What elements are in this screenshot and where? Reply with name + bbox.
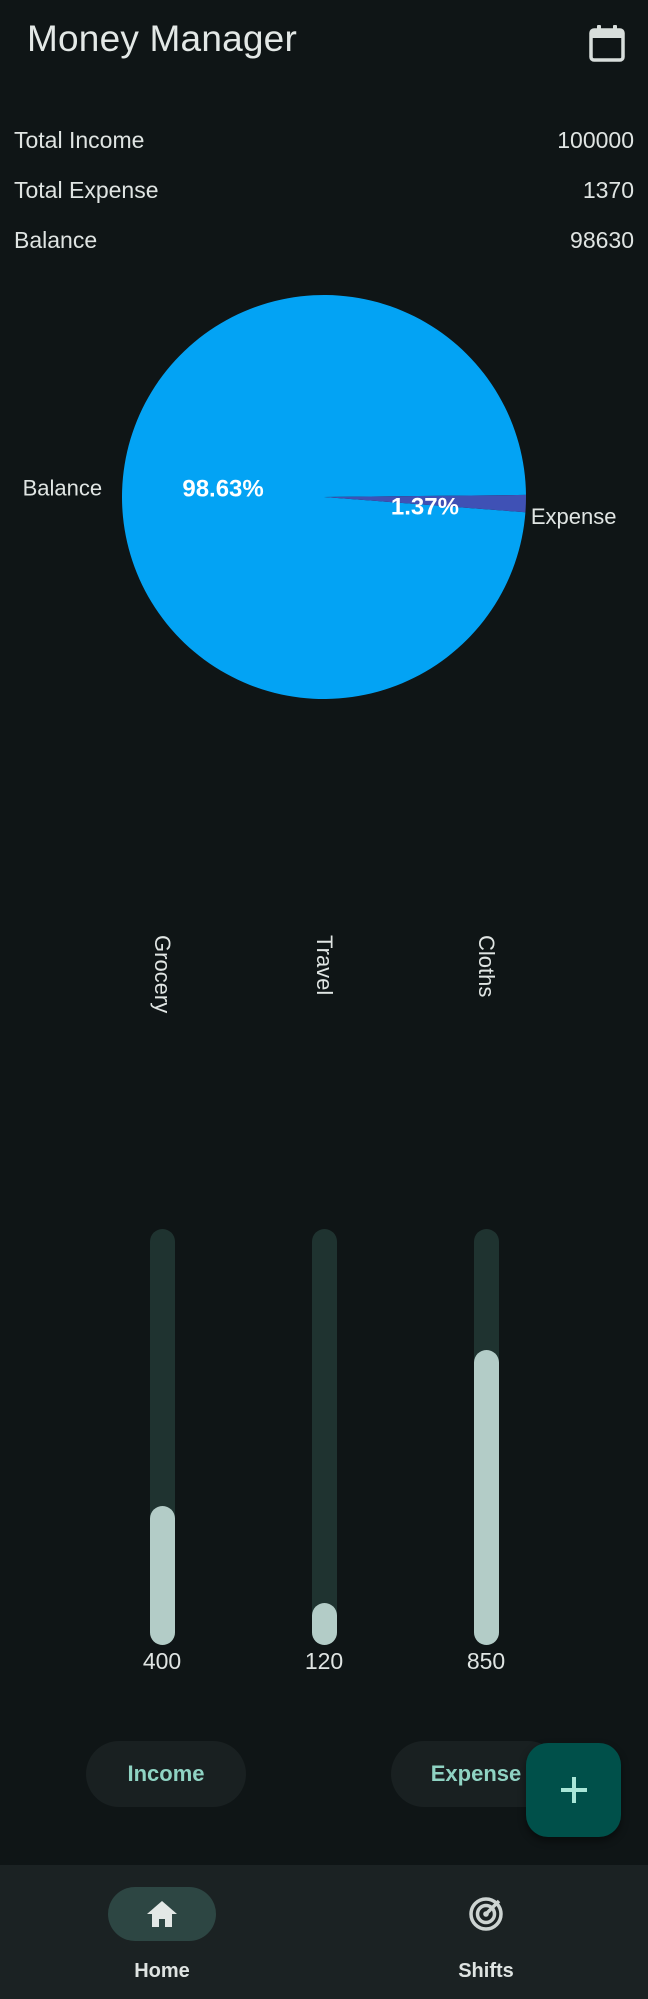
nav-home-label: Home	[134, 1960, 190, 1982]
home-icon	[147, 1901, 177, 1927]
nav-home-indicator	[108, 1887, 216, 1941]
bar-fill-grocery	[150, 1506, 175, 1645]
nav-shifts-label: Shifts	[458, 1960, 514, 1982]
plus-icon	[560, 1777, 587, 1803]
bar-track-cloths[interactable]	[474, 1229, 499, 1645]
pie-category-label-expense: Expense	[531, 504, 617, 529]
add-button[interactable]	[526, 1743, 621, 1837]
pie-category-label-balance: Balance	[23, 476, 103, 501]
pie-chart-svg: 98.63% 1.37% Balance Expense	[23, 295, 617, 699]
pie-chart: 98.63% 1.37% Balance Expense	[0, 280, 648, 720]
bar-track-travel[interactable]	[312, 1229, 337, 1645]
total-income-value: 100000	[557, 127, 634, 153]
bar-category-travel: Travel	[303, 935, 343, 1045]
pie-value-label-expense: 1.37%	[391, 493, 459, 520]
total-income-label: Total Income	[14, 127, 145, 153]
balance-value: 98630	[570, 227, 634, 253]
bar-fill-travel	[312, 1603, 337, 1645]
bar-value-grocery: 400	[142, 1648, 182, 1674]
bar-category-cloths: Cloths	[465, 935, 505, 1045]
total-income-row: Total Income 100000	[14, 127, 634, 167]
bar-value-travel: 120	[304, 1648, 344, 1674]
bar-category-label-travel: Travel	[312, 935, 337, 996]
nav-shifts-indicator	[432, 1887, 540, 1941]
bar-category-label-grocery: Grocery	[150, 935, 175, 1014]
bottom-navigation: Home Shifts	[0, 1865, 648, 1999]
total-expense-row: Total Expense 1370	[14, 177, 634, 217]
calendar-icon	[589, 25, 625, 62]
total-expense-value: 1370	[582, 177, 634, 203]
bar-track-grocery[interactable]	[150, 1229, 175, 1645]
bar-category-label-cloths: Cloths	[474, 935, 499, 998]
total-expense-label: Total Expense	[14, 177, 159, 203]
calendar-button[interactable]	[582, 18, 632, 68]
balance-row: Balance 98630	[14, 227, 634, 267]
nav-item-home[interactable]: Home	[65, 1865, 265, 1999]
bar-value-cloths: 850	[466, 1648, 506, 1674]
pie-value-label-balance: 98.63%	[182, 476, 263, 503]
bar-fill-cloths	[474, 1350, 499, 1645]
app-title: Money Manager	[27, 18, 297, 59]
income-button[interactable]: Income	[86, 1741, 246, 1807]
nav-item-shifts[interactable]: Shifts	[389, 1865, 589, 1999]
bar-category-grocery: Grocery	[141, 935, 181, 1045]
income-button-label: Income	[127, 1761, 205, 1786]
expense-button-label: Expense	[430, 1761, 522, 1786]
target-icon	[469, 1897, 503, 1931]
balance-label: Balance	[14, 227, 98, 253]
